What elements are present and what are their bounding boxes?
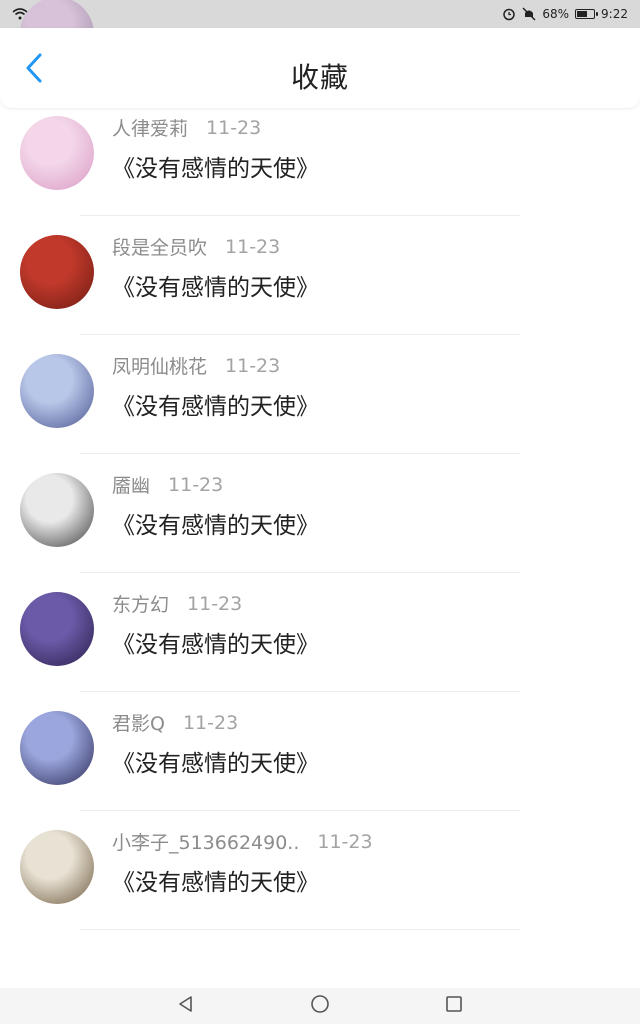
item-content[interactable]: 《没有感情的天使》: [112, 506, 319, 540]
list-item[interactable]: 小李子_513662490.. 11-23 《没有感情的天使》: [0, 811, 640, 930]
user-name[interactable]: 段是全员吹: [112, 233, 207, 260]
nav-back-button[interactable]: [174, 994, 198, 1018]
page-title: 收藏: [290, 61, 349, 94]
favorites-list[interactable]: 《没有感情的天使》人律爱莉11-23《没有感情的天使》段是全员吹11-23《没有…: [0, 0, 640, 988]
user-name[interactable]: 小李子_513662490..: [112, 828, 299, 855]
user-name[interactable]: 凤明仙桃花: [112, 352, 207, 379]
list-item[interactable]: 凤明仙桃花 11-23 《没有感情的天使》: [0, 335, 640, 454]
item-date: 11-23: [225, 354, 281, 377]
item-meta: 东方幻 11-23: [112, 590, 242, 617]
avatar[interactable]: [20, 116, 94, 190]
circle-home-icon: [310, 994, 330, 1018]
item-date: 11-23: [317, 830, 373, 853]
avatar[interactable]: [20, 830, 94, 904]
item-meta: 人律爱莉 11-23: [112, 114, 261, 141]
list-item[interactable]: 东方幻 11-23 《没有感情的天使》: [0, 573, 640, 692]
user-name[interactable]: 君影Q: [112, 709, 165, 736]
list-item[interactable]: 靥幽 11-23 《没有感情的天使》: [0, 454, 640, 573]
item-date: 11-23: [225, 235, 281, 258]
item-meta: 小李子_513662490.. 11-23: [112, 828, 373, 855]
item-date: 11-23: [187, 592, 243, 615]
item-content[interactable]: 《没有感情的天使》: [112, 863, 319, 897]
avatar[interactable]: [20, 235, 94, 309]
item-meta: 段是全员吹 11-23: [112, 233, 280, 260]
nav-recent-button[interactable]: [442, 994, 466, 1018]
item-content[interactable]: 《没有感情的天使》: [112, 268, 319, 302]
favorites-list-inner: 《没有感情的天使》人律爱莉11-23《没有感情的天使》段是全员吹11-23《没有…: [0, 0, 640, 930]
user-name[interactable]: 人律爱莉: [112, 114, 188, 141]
user-name[interactable]: 靥幽: [112, 471, 150, 498]
item-date: 11-23: [206, 116, 262, 139]
list-item[interactable]: 人律爱莉 11-23 《没有感情的天使》: [0, 97, 640, 216]
item-content[interactable]: 《没有感情的天使》: [112, 625, 319, 659]
item-date: 11-23: [182, 711, 239, 734]
list-item[interactable]: 段是全员吹 11-23 《没有感情的天使》: [0, 216, 640, 335]
item-meta: 靥幽 11-23: [112, 471, 223, 498]
avatar[interactable]: [20, 711, 94, 785]
item-content[interactable]: 《没有感情的天使》: [112, 744, 319, 778]
item-meta: 君影Q 11-23: [112, 709, 238, 736]
triangle-back-icon: [177, 995, 195, 1017]
system-nav-bar: [0, 988, 640, 1024]
square-recent-icon: [445, 995, 463, 1017]
item-content[interactable]: 《没有感情的天使》: [112, 387, 319, 421]
user-name[interactable]: 东方幻: [112, 590, 169, 617]
avatar[interactable]: [20, 354, 94, 428]
nav-home-button[interactable]: [308, 994, 332, 1018]
top-header: 收藏: [0, 28, 640, 108]
avatar[interactable]: [20, 473, 94, 547]
divider: [80, 929, 520, 930]
item-content[interactable]: 《没有感情的天使》: [112, 149, 319, 183]
avatar[interactable]: [20, 592, 94, 666]
item-date: 11-23: [168, 473, 224, 496]
list-item[interactable]: 君影Q 11-23 《没有感情的天使》: [0, 692, 640, 811]
item-meta: 凤明仙桃花 11-23: [112, 352, 280, 379]
